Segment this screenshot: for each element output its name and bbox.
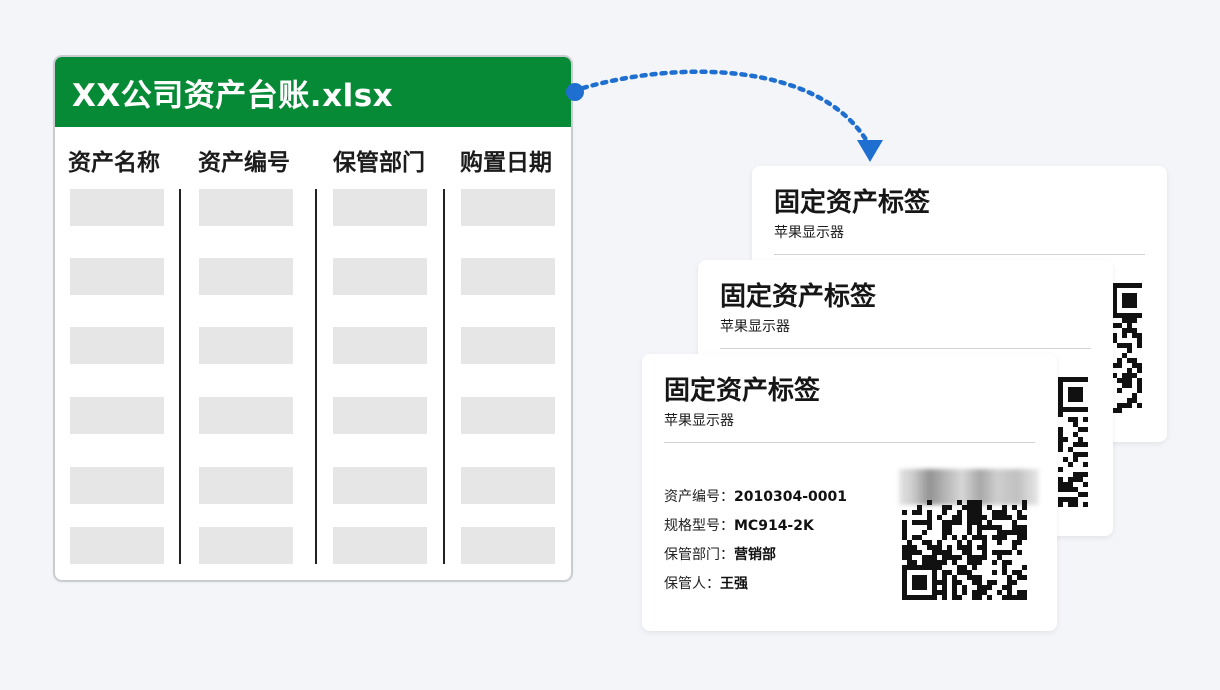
field-label: 保管人：: [664, 576, 720, 592]
field-asset-id: 资产编号：2010304-0001: [664, 486, 847, 506]
label-card-divider: [774, 254, 1145, 255]
connector-dotted-line: [580, 69, 871, 146]
field-value: 营销部: [734, 547, 776, 563]
label-card-title: 固定资产标签: [774, 188, 931, 218]
field-label: 资产编号：: [664, 489, 734, 505]
label-card-front: 固定资产标签 苹果显示器 资产编号：2010304-0001 规格型号：MC91…: [642, 354, 1057, 631]
label-card-divider: [664, 442, 1035, 443]
field-keeper: 保管人：王强: [664, 573, 748, 593]
label-card-title: 固定资产标签: [720, 282, 877, 312]
field-model: 规格型号：MC914-2K: [664, 515, 814, 535]
field-value: 王强: [720, 576, 748, 592]
field-department: 保管部门：营销部: [664, 544, 776, 564]
field-label: 规格型号：: [664, 518, 734, 534]
label-card-subtitle: 苹果显示器: [664, 413, 734, 429]
label-card-divider: [720, 348, 1091, 349]
field-label: 保管部门：: [664, 547, 734, 563]
label-card-title: 固定资产标签: [664, 376, 821, 406]
label-card-subtitle: 苹果显示器: [720, 319, 790, 335]
arrow-down-icon: [857, 140, 883, 162]
connector-start-dot: [566, 83, 584, 101]
label-card-subtitle: 苹果显示器: [774, 225, 844, 241]
qr-code-icon: [902, 500, 1027, 600]
qr-code-icon: [1058, 377, 1088, 507]
field-value: 2010304-0001: [734, 489, 847, 505]
field-value: MC914-2K: [734, 518, 814, 534]
qr-code-icon: [1112, 283, 1142, 413]
